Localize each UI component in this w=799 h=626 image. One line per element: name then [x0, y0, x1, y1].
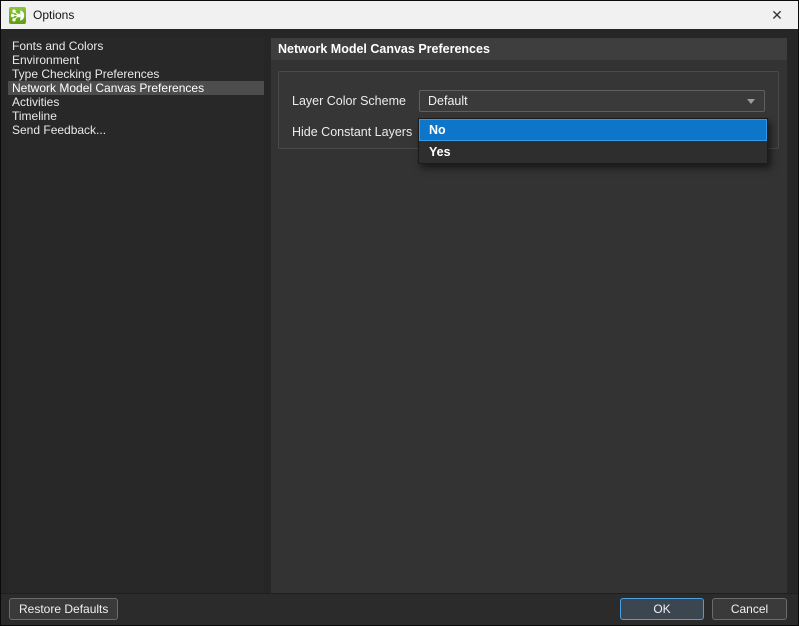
dialog-footer: Restore Defaults OK Cancel [1, 593, 798, 625]
close-icon[interactable]: ✕ [756, 1, 798, 29]
sidebar-item-timeline[interactable]: Timeline [8, 109, 264, 123]
chevron-down-icon [747, 99, 755, 104]
sidebar-item-type-checking-preferences[interactable]: Type Checking Preferences [8, 67, 264, 81]
app-network-icon [9, 7, 26, 24]
layer-color-scheme-value: Default [428, 94, 468, 108]
window-title: Options [33, 8, 74, 22]
panel-title: Network Model Canvas Preferences [271, 38, 787, 60]
layer-color-scheme-select[interactable]: Default [419, 90, 765, 112]
sidebar-item-activities[interactable]: Activities [8, 95, 264, 109]
ok-button[interactable]: OK [620, 598, 704, 620]
options-category-list: Fonts and Colors Environment Type Checki… [8, 38, 264, 594]
cancel-button[interactable]: Cancel [712, 598, 787, 620]
titlebar[interactable]: Options ✕ [1, 1, 798, 29]
preferences-panel: Network Model Canvas Preferences Layer C… [271, 38, 787, 594]
sidebar-item-environment[interactable]: Environment [8, 53, 264, 67]
dropdown-option-yes[interactable]: Yes [419, 141, 767, 163]
hide-constant-layers-label: Hide Constant Layers [292, 121, 412, 143]
sidebar-item-send-feedback[interactable]: Send Feedback... [8, 123, 264, 137]
options-dialog: Options ✕ Fonts and Colors Environment T… [0, 0, 799, 626]
layer-color-scheme-label: Layer Color Scheme [292, 90, 406, 112]
dropdown-option-no[interactable]: No [419, 119, 767, 141]
restore-defaults-button[interactable]: Restore Defaults [9, 598, 118, 620]
sidebar-item-network-model-canvas-preferences[interactable]: Network Model Canvas Preferences [8, 81, 264, 95]
hide-constant-layers-dropdown: No Yes [418, 118, 768, 164]
sidebar-item-fonts-and-colors[interactable]: Fonts and Colors [8, 39, 264, 53]
